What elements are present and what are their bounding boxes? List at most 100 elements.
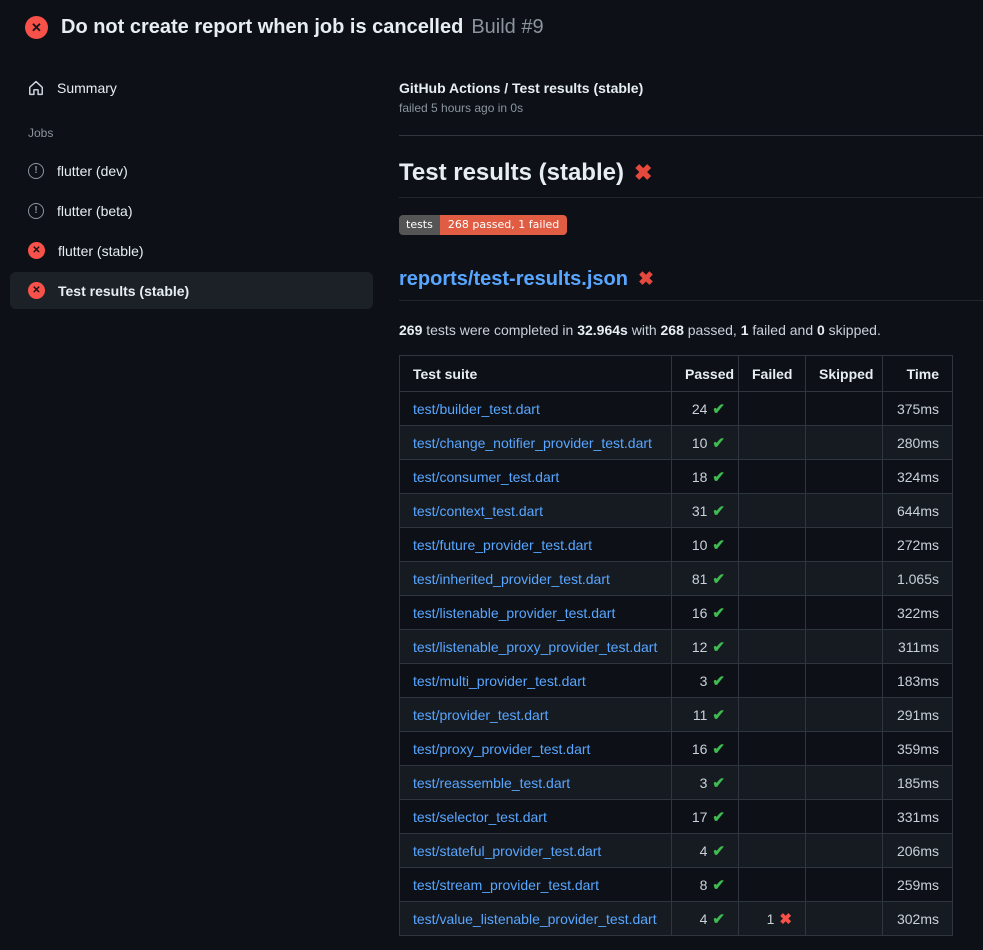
- sidebar-job-item[interactable]: ✕ Test results (stable): [10, 272, 373, 309]
- passed-cell: 4✔: [672, 834, 739, 868]
- suite-cell: test/proxy_provider_test.dart: [400, 732, 672, 766]
- failed-cell: [739, 562, 806, 596]
- suite-link[interactable]: test/change_notifier_provider_test.dart: [413, 435, 652, 451]
- passed-cell: 16✔: [672, 596, 739, 630]
- suite-cell: test/selector_test.dart: [400, 800, 672, 834]
- table-row: test/selector_test.dart17✔331ms: [400, 800, 953, 834]
- table-header-row: Test suitePassedFailedSkippedTime: [400, 356, 953, 392]
- skipped-cell: [806, 766, 883, 800]
- breadcrumb: GitHub Actions / Test results (stable): [399, 80, 983, 96]
- suite-link[interactable]: test/consumer_test.dart: [413, 469, 559, 485]
- check-run-title: Do not create report when job is cancell…: [61, 16, 463, 39]
- check-icon: ✔: [712, 809, 725, 826]
- failed-cell: [739, 868, 806, 902]
- summary-number: 1: [741, 322, 749, 338]
- check-icon: ✔: [712, 877, 725, 894]
- summary-number: 269: [399, 322, 422, 338]
- header-divider: [399, 135, 983, 136]
- x-circle-fill-icon: ✕: [28, 242, 45, 259]
- sidebar-job-label: Test results (stable): [58, 283, 189, 299]
- passed-cell: 18✔: [672, 460, 739, 494]
- failed-cell: [739, 460, 806, 494]
- table-row: test/consumer_test.dart 18✔ 324ms: [400, 460, 953, 494]
- sidebar-job-item[interactable]: ✕ flutter (stable): [10, 232, 373, 269]
- table-body: test/builder_test.dart24✔375mstest/chang…: [400, 392, 953, 936]
- suite-cell: test/listenable_proxy_provider_test.dart: [400, 630, 672, 664]
- check-icon: ✔: [712, 503, 725, 520]
- table-row: test/inherited_provider_test.dart 81✔ 1.06…: [400, 562, 953, 596]
- tests-badge: tests 268 passed, 1 failed: [399, 215, 567, 235]
- suite-link[interactable]: test/future_provider_test.dart: [413, 537, 592, 553]
- failed-x-icon: ✖: [638, 269, 654, 290]
- suite-link[interactable]: test/context_test.dart: [413, 503, 543, 519]
- suite-link[interactable]: test/provider_test.dart: [413, 707, 548, 723]
- sidebar-job-item[interactable]: !flutter (dev): [10, 152, 373, 189]
- time-cell: 291ms: [883, 698, 953, 732]
- column-header-passed: Passed: [672, 356, 739, 392]
- suite-link[interactable]: test/inherited_provider_test.dart: [413, 571, 610, 587]
- passed-cell: 8✔: [672, 868, 739, 902]
- suite-link[interactable]: test/stateful_provider_test.dart: [413, 843, 601, 859]
- sidebar-job-label: flutter (stable): [58, 243, 144, 259]
- time-cell: 644ms: [883, 494, 953, 528]
- table-row: test/context_test.dart 31✔ 644ms: [400, 494, 953, 528]
- suite-link[interactable]: test/value_listenable_provider_test.dart: [413, 911, 657, 927]
- skipped-cell: [806, 426, 883, 460]
- suite-link[interactable]: test/stream_provider_test.dart: [413, 877, 599, 893]
- check-icon: ✔: [712, 843, 725, 860]
- failed-status-icon: ✕: [25, 16, 48, 39]
- skipped-cell: [806, 528, 883, 562]
- run-status-line: failed 5 hours ago in 0s: [399, 101, 983, 115]
- passed-cell: 81✔: [672, 562, 739, 596]
- passed-cell-value: 31: [692, 503, 708, 519]
- failed-cell-value: 1: [767, 911, 775, 927]
- passed-cell-value: 12: [692, 639, 708, 655]
- suite-link[interactable]: test/reassemble_test.dart: [413, 775, 570, 791]
- time-cell: 324ms: [883, 460, 953, 494]
- suite-cell: test/change_notifier_provider_test.dart: [400, 426, 672, 460]
- check-icon: ✔: [712, 571, 725, 588]
- suite-cell: test/multi_provider_test.dart: [400, 664, 672, 698]
- suite-cell: test/stream_provider_test.dart: [400, 868, 672, 902]
- passed-cell: 10✔: [672, 426, 739, 460]
- passed-cell: 11✔: [672, 698, 739, 732]
- cross-icon: ✖: [779, 911, 792, 928]
- passed-cell: 3✔: [672, 664, 739, 698]
- sidebar-job-item[interactable]: !flutter (beta): [10, 192, 373, 229]
- failed-cell: [739, 732, 806, 766]
- home-icon: [28, 80, 44, 96]
- suite-link[interactable]: test/selector_test.dart: [413, 809, 547, 825]
- check-run-header: ✕ Do not create report when job is cance…: [0, 0, 983, 53]
- x-circle-fill-icon: ✕: [28, 282, 45, 299]
- build-number: Build #9: [471, 16, 543, 39]
- passed-cell: 12✔: [672, 630, 739, 664]
- table-row: test/reassemble_test.dart3✔185ms: [400, 766, 953, 800]
- table-row: test/provider_test.dart 11✔ 291ms: [400, 698, 953, 732]
- skipped-cell: [806, 460, 883, 494]
- passed-cell: 17✔: [672, 800, 739, 834]
- suite-cell: test/stateful_provider_test.dart: [400, 834, 672, 868]
- table-row: test/change_notifier_provider_test.dart 1…: [400, 426, 953, 460]
- jobs-list: !flutter (dev)!flutter (beta) ✕ flutter (s…: [0, 152, 383, 309]
- time-cell: 272ms: [883, 528, 953, 562]
- check-icon: ✔: [712, 775, 725, 792]
- skipped-cell: [806, 664, 883, 698]
- sidebar-summary-label: Summary: [57, 80, 117, 96]
- skipped-cell: [806, 596, 883, 630]
- skipped-cell: [806, 630, 883, 664]
- table-row: test/multi_provider_test.dart3✔183ms: [400, 664, 953, 698]
- suite-link[interactable]: test/multi_provider_test.dart: [413, 673, 586, 689]
- check-icon: ✔: [712, 435, 725, 452]
- suite-link[interactable]: test/listenable_provider_test.dart: [413, 605, 615, 621]
- sidebar-item-summary[interactable]: Summary: [10, 69, 373, 106]
- suite-link[interactable]: test/builder_test.dart: [413, 401, 540, 417]
- skipped-cell: [806, 494, 883, 528]
- time-cell: 1.065s: [883, 562, 953, 596]
- passed-cell-value: 11: [693, 707, 708, 723]
- suite-link[interactable]: test/listenable_proxy_provider_test.dart: [413, 639, 657, 655]
- suite-link[interactable]: test/proxy_provider_test.dart: [413, 741, 590, 757]
- report-file-link[interactable]: reports/test-results.json: [399, 268, 628, 290]
- failed-x-icon: ✖: [634, 160, 652, 185]
- failed-cell: [739, 596, 806, 630]
- passed-cell-value: 3: [700, 775, 708, 791]
